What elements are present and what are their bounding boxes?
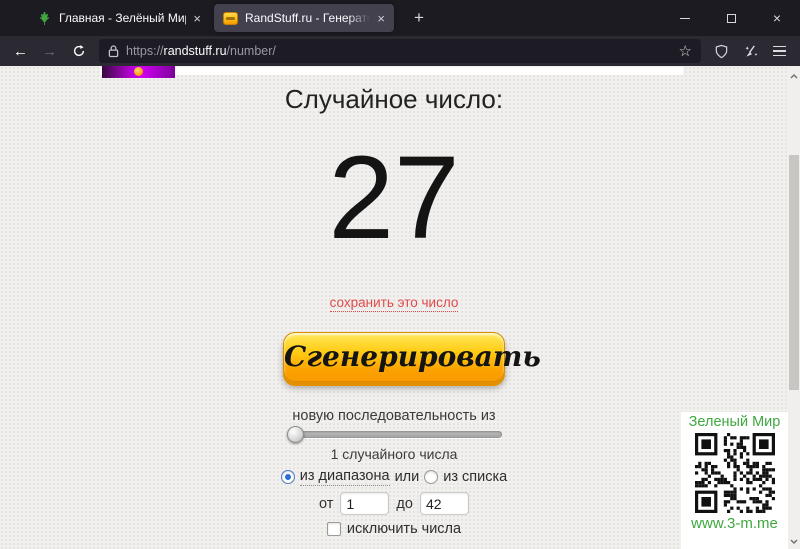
sequence-label: новую последовательность из — [0, 408, 788, 424]
partial-banner — [100, 67, 683, 75]
page-title: Случайное число: — [0, 84, 788, 115]
scroll-down-icon[interactable] — [789, 535, 799, 547]
maximize-button[interactable] — [708, 0, 754, 36]
exclude-label: исключить числа — [347, 521, 461, 537]
browser-titlebar: Главная - Зелёный Мир × RandStuff.ru - Г… — [0, 0, 800, 36]
scroll-up-icon[interactable] — [789, 70, 799, 82]
source-options: из диапазона или из списка — [0, 468, 788, 486]
save-number-link[interactable]: сохранить это число — [330, 295, 459, 312]
tab-title: RandStuff.ru - Генератор случ — [245, 11, 370, 25]
to-input[interactable] — [420, 492, 469, 515]
browser-navbar: ← → https://randstuff.ru/number/ ☆ — [0, 36, 800, 66]
url-bar[interactable]: https://randstuff.ru/number/ ☆ — [99, 39, 701, 63]
range-radio[interactable] — [281, 470, 295, 484]
broom-sparkle-icon — [743, 44, 759, 59]
tab-close-icon[interactable]: × — [193, 12, 201, 25]
range-inputs: от до — [0, 492, 788, 515]
lock-icon — [108, 44, 119, 58]
or-label: или — [395, 469, 420, 485]
count-label: 1 случайного числа — [0, 446, 788, 462]
hamburger-icon — [773, 46, 786, 57]
back-button[interactable]: ← — [7, 39, 34, 63]
list-radio[interactable] — [424, 470, 438, 484]
save-number-row: сохранить это число — [0, 295, 788, 310]
shield-icon — [714, 44, 729, 59]
count-slider[interactable] — [287, 426, 502, 443]
qr-code — [695, 433, 775, 513]
reload-icon — [72, 44, 86, 58]
tab-randstuff[interactable]: RandStuff.ru - Генератор случ × — [214, 4, 394, 32]
slider-track[interactable] — [287, 431, 502, 438]
new-tab-button[interactable]: + — [406, 5, 432, 31]
page-scrollbar[interactable] — [788, 66, 800, 549]
shield-button[interactable] — [708, 39, 735, 63]
slider-knob[interactable] — [287, 426, 304, 443]
scrollbar-thumb[interactable] — [789, 155, 799, 390]
minimize-button[interactable] — [662, 0, 708, 36]
exclude-row: исключить числа — [0, 521, 788, 537]
to-label: до — [396, 496, 413, 512]
page-randstuff-number: Случайное число: 27 сохранить это число … — [0, 66, 800, 549]
tab-close-icon[interactable]: × — [377, 12, 385, 25]
reload-button[interactable] — [65, 39, 92, 63]
random-number-value: 27 — [0, 138, 788, 258]
exclude-checkbox[interactable] — [327, 522, 341, 536]
green-world-widget[interactable]: Зеленый Мир www.3-m.me — [681, 412, 788, 549]
from-label: от — [319, 496, 333, 512]
forward-button: → — [36, 39, 63, 63]
widget-url: www.3-m.me — [681, 515, 788, 532]
window-controls: × — [662, 0, 800, 36]
bookmark-star-icon[interactable]: ☆ — [679, 42, 692, 60]
randstuff-favicon — [223, 12, 238, 25]
close-button[interactable]: × — [754, 0, 800, 36]
from-input[interactable] — [340, 492, 389, 515]
range-option-label[interactable]: из диапазона — [300, 468, 390, 486]
extension-button[interactable] — [737, 39, 764, 63]
list-option-label[interactable]: из списка — [443, 469, 507, 485]
url-text: https://randstuff.ru/number/ — [126, 44, 276, 58]
tab-green-world[interactable]: Главная - Зелёный Мир × — [28, 4, 210, 32]
widget-title: Зеленый Мир — [681, 412, 788, 430]
partial-ad-image — [102, 66, 175, 78]
leaf-icon — [37, 11, 52, 26]
generate-button[interactable]: Сгенерировать — [283, 332, 505, 382]
tab-title: Главная - Зелёный Мир — [59, 11, 186, 25]
menu-button[interactable] — [766, 39, 793, 63]
